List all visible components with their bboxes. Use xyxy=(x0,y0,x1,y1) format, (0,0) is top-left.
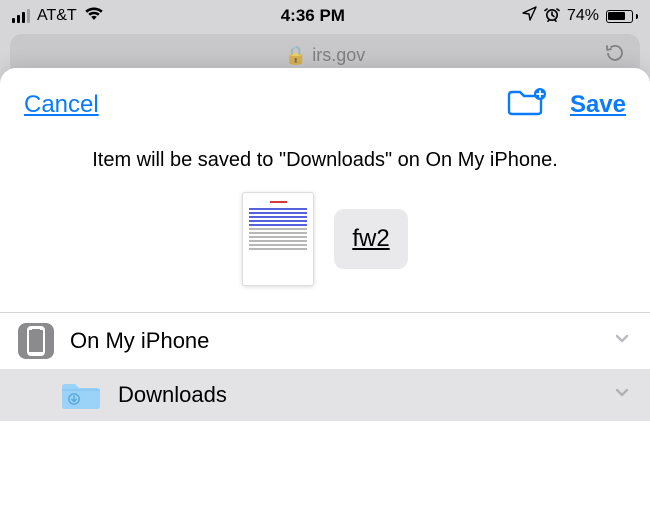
battery-percent: 74% xyxy=(567,7,599,25)
address-text: 🔒 irs.gov xyxy=(285,45,365,66)
wifi-icon xyxy=(84,6,104,26)
status-bar: AT&T 4:36 PM 74% xyxy=(0,0,650,30)
chevron-down-icon xyxy=(612,382,632,408)
save-button[interactable]: Save xyxy=(570,91,626,119)
location-child-label: Downloads xyxy=(118,382,227,408)
alarm-icon xyxy=(544,6,560,27)
status-right: 74% xyxy=(522,6,638,27)
carrier-label: AT&T xyxy=(37,7,77,25)
location-row-root[interactable]: On My iPhone xyxy=(0,313,650,369)
location-root-label: On My iPhone xyxy=(70,328,209,354)
location-row-downloads[interactable]: Downloads xyxy=(0,369,650,421)
location-icon xyxy=(522,6,537,26)
cellular-signal-icon xyxy=(12,9,30,23)
downloads-folder-icon xyxy=(60,379,102,411)
document-thumbnail[interactable] xyxy=(242,192,314,286)
filename-input[interactable]: fw2 xyxy=(334,209,407,269)
new-folder-button[interactable] xyxy=(506,86,546,123)
chevron-down-icon xyxy=(612,328,632,354)
battery-icon xyxy=(606,10,638,23)
iphone-icon xyxy=(18,323,54,359)
save-message: Item will be saved to "Downloads" on On … xyxy=(0,131,650,182)
cancel-button[interactable]: Cancel xyxy=(24,91,99,119)
sheet-header: Cancel Save xyxy=(0,68,650,131)
screen: AT&T 4:36 PM 74% 🔒 irs.gov xyxy=(0,0,650,506)
reload-icon xyxy=(604,42,626,69)
clock: 4:36 PM xyxy=(281,6,345,26)
save-sheet: Cancel Save Item will be saved to "Downl… xyxy=(0,68,650,506)
status-left: AT&T xyxy=(12,6,104,26)
preview-row: fw2 xyxy=(0,182,650,312)
